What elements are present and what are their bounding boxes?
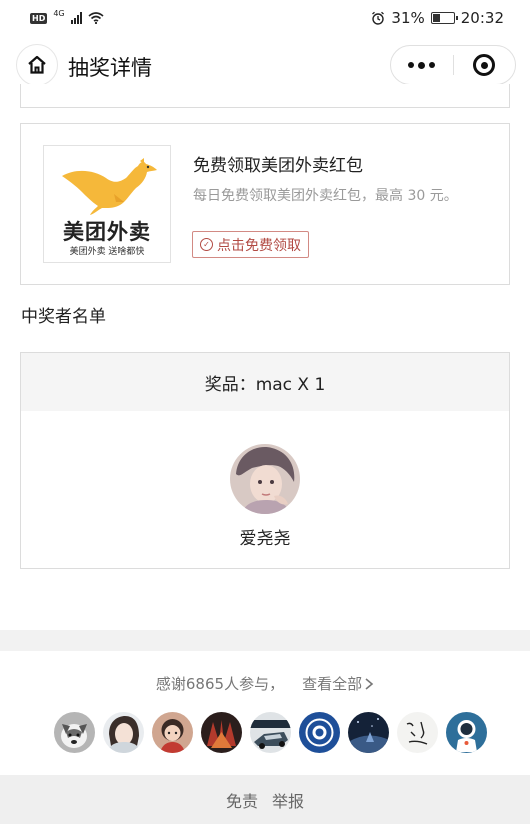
participant-avatar[interactable] <box>103 712 144 753</box>
participant-avatar[interactable] <box>348 712 389 753</box>
claim-coupon-button[interactable]: ✓ 点击免费领取 <box>192 231 309 258</box>
status-bar: HD 4G 31% 20:32 <box>0 0 530 36</box>
home-icon <box>28 55 46 74</box>
bottom-bar: 免责 举报 <box>0 775 530 824</box>
winner-card: 奖品：mac X 1 爱尧尧 <box>20 352 510 569</box>
ad-title: 免费领取美团外卖红包 <box>193 156 363 176</box>
participant-avatar[interactable] <box>299 712 340 753</box>
participants-summary: 感谢6865人参与， 查看全部 <box>0 673 530 694</box>
participant-avatar[interactable] <box>397 712 438 753</box>
battery-icon <box>430 12 458 24</box>
network-label: 4G <box>53 8 65 18</box>
chevron-right-icon <box>365 677 374 690</box>
participant-avatar-list <box>54 712 487 753</box>
check-circle-icon: ✓ <box>200 238 213 251</box>
participant-avatar[interactable] <box>152 712 193 753</box>
battery-percent: 31% <box>391 9 425 27</box>
home-button[interactable] <box>16 44 58 86</box>
winner-list-title: 中奖者名单 <box>21 307 106 327</box>
claim-coupon-label: 点击免费领取 <box>217 237 301 254</box>
previous-card-bottom <box>20 84 510 108</box>
participant-avatar[interactable] <box>201 712 242 753</box>
disclaimer-link[interactable]: 免责 <box>226 788 258 812</box>
section-divider <box>0 630 530 651</box>
report-link[interactable]: 举报 <box>272 788 304 812</box>
logo-brand-name: 美团外卖 <box>63 220 151 244</box>
hd-badge: HD <box>30 12 48 24</box>
prize-label: 奖品：mac X 1 <box>21 353 509 411</box>
clock-time: 20:32 <box>460 9 504 27</box>
view-all-label: 查看全部 <box>302 675 363 693</box>
more-dots-icon[interactable] <box>391 61 453 69</box>
wifi-icon <box>88 12 104 24</box>
signal-icon <box>70 12 82 24</box>
kangaroo-icon <box>62 158 157 215</box>
thanks-text: 感谢6865人参与， <box>155 675 285 693</box>
participant-avatar[interactable] <box>54 712 95 753</box>
winner-name: 爱尧尧 <box>239 529 291 549</box>
target-close-icon[interactable] <box>454 54 516 76</box>
winner-avatar[interactable] <box>230 444 300 514</box>
alarm-clock-icon <box>372 11 385 25</box>
participant-avatar[interactable] <box>250 712 291 753</box>
logo-slogan: 美团外卖 送啥都快 <box>69 247 145 257</box>
participant-avatar[interactable] <box>446 712 487 753</box>
ad-description: 每日免费领取美团外卖红包，最高 30 元。 <box>193 188 458 204</box>
meituan-waimai-logo: 美团外卖 美团外卖 送啥都快 <box>43 145 171 263</box>
page-title: 抽奖详情 <box>68 56 152 80</box>
ad-card[interactable]: 美团外卖 美团外卖 送啥都快 免费领取美团外卖红包 每日免费领取美团外卖红包，最… <box>20 123 510 285</box>
view-all-link[interactable]: 查看全部 <box>302 673 374 694</box>
mini-program-capsule <box>390 45 516 85</box>
